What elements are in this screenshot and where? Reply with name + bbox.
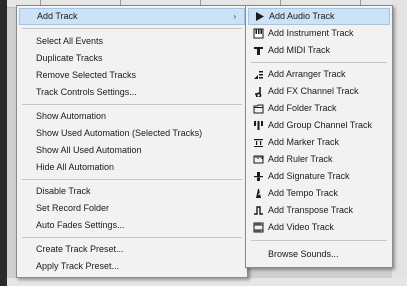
menu-item-label: Add Tempo Track bbox=[268, 188, 338, 198]
menu-item-label: Track Controls Settings... bbox=[36, 87, 137, 97]
tempo-track-icon bbox=[253, 188, 264, 199]
menu-item-label: Browse Sounds... bbox=[268, 249, 339, 259]
add-track-submenu: Add Audio Track Add Instrument Track Add… bbox=[245, 5, 393, 268]
menu-item-label: Add Folder Track bbox=[268, 103, 337, 113]
menu-item-add-signature-track[interactable]: Add Signature Track bbox=[248, 168, 390, 185]
arranger-track-icon bbox=[253, 69, 264, 80]
menu-item-label: Add Audio Track bbox=[269, 11, 335, 21]
menu-item-add-audio-track[interactable]: Add Audio Track bbox=[248, 8, 390, 25]
menu-item-add-midi-track[interactable]: Add MIDI Track bbox=[248, 42, 390, 59]
menu-item-add-instrument-track[interactable]: Add Instrument Track bbox=[248, 25, 390, 42]
ruler-track-icon bbox=[253, 154, 264, 165]
instrument-track-icon bbox=[253, 28, 264, 39]
menu-item-label: Add Group Channel Track bbox=[268, 120, 373, 130]
menu-item-track-controls-settings[interactable]: Track Controls Settings... bbox=[19, 84, 245, 101]
menu-item-label: Remove Selected Tracks bbox=[36, 70, 137, 80]
transpose-track-icon bbox=[253, 205, 264, 216]
menu-item-label: Add Ruler Track bbox=[268, 154, 333, 164]
menu-item-label: Select All Events bbox=[36, 36, 104, 46]
menu-item-label: Apply Track Preset... bbox=[36, 261, 120, 271]
menu-item-add-fx-channel-track[interactable]: Add FX Channel Track bbox=[248, 83, 390, 100]
menu-item-apply-track-preset[interactable]: Apply Track Preset... bbox=[19, 258, 245, 275]
menu-item-label: Add Transpose Track bbox=[268, 205, 354, 215]
menu-item-label: Add Instrument Track bbox=[268, 28, 354, 38]
menu-item-label: Disable Track bbox=[36, 186, 91, 196]
signature-track-icon bbox=[253, 171, 264, 182]
track-list-edge bbox=[0, 0, 7, 286]
menu-item-add-folder-track[interactable]: Add Folder Track bbox=[248, 100, 390, 117]
bottom-strip bbox=[7, 278, 407, 286]
menu-item-add-group-channel-track[interactable]: Add Group Channel Track bbox=[248, 117, 390, 134]
menu-item-show-all-used-automation[interactable]: Show All Used Automation bbox=[19, 142, 245, 159]
menu-separator bbox=[22, 104, 242, 105]
menu-item-label: Show Automation bbox=[36, 111, 107, 121]
menu-item-disable-track[interactable]: Disable Track bbox=[19, 183, 245, 200]
marker-track-icon bbox=[253, 137, 264, 148]
menu-item-add-transpose-track[interactable]: Add Transpose Track bbox=[248, 202, 390, 219]
menu-separator bbox=[22, 237, 242, 238]
menu-item-remove-selected-tracks[interactable]: Remove Selected Tracks bbox=[19, 67, 245, 84]
menu-separator bbox=[251, 62, 387, 63]
menu-item-label: Add FX Channel Track bbox=[268, 86, 359, 96]
track-context-menu: Add Track › Select All Events Duplicate … bbox=[16, 5, 248, 278]
menu-item-add-video-track[interactable]: Add Video Track bbox=[248, 219, 390, 236]
menu-item-show-used-automation-selected[interactable]: Show Used Automation (Selected Tracks) bbox=[19, 125, 245, 142]
menu-item-label: Show All Used Automation bbox=[36, 145, 142, 155]
menu-item-label: Add MIDI Track bbox=[268, 45, 331, 55]
menu-item-add-tempo-track[interactable]: Add Tempo Track bbox=[248, 185, 390, 202]
menu-item-add-ruler-track[interactable]: Add Ruler Track bbox=[248, 151, 390, 168]
video-track-icon bbox=[253, 222, 264, 233]
group-channel-track-icon bbox=[253, 120, 264, 131]
menu-item-hide-all-automation[interactable]: Hide All Automation bbox=[19, 159, 245, 176]
menu-item-add-track[interactable]: Add Track › bbox=[19, 8, 245, 25]
menu-item-browse-sounds[interactable]: Browse Sounds... bbox=[248, 246, 390, 263]
fx-channel-track-icon bbox=[253, 86, 264, 97]
menu-item-label: Auto Fades Settings... bbox=[36, 220, 125, 230]
menu-item-add-arranger-track[interactable]: Add Arranger Track bbox=[248, 66, 390, 83]
menu-separator bbox=[22, 28, 242, 29]
menu-separator bbox=[22, 179, 242, 180]
menu-item-set-record-folder[interactable]: Set Record Folder bbox=[19, 200, 245, 217]
menu-item-label: Add Arranger Track bbox=[268, 69, 346, 79]
menu-item-label: Set Record Folder bbox=[36, 203, 110, 213]
midi-track-icon bbox=[253, 45, 264, 56]
folder-track-icon bbox=[253, 103, 264, 114]
submenu-arrow-icon: › bbox=[233, 12, 236, 21]
menu-item-auto-fades-settings[interactable]: Auto Fades Settings... bbox=[19, 217, 245, 234]
menu-item-label: Create Track Preset... bbox=[36, 244, 124, 254]
menu-item-duplicate-tracks[interactable]: Duplicate Tracks bbox=[19, 50, 245, 67]
menu-item-label: Show Used Automation (Selected Tracks) bbox=[36, 128, 203, 138]
menu-item-label: Add Video Track bbox=[268, 222, 334, 232]
audio-track-icon bbox=[254, 11, 265, 22]
menu-item-label: Add Track bbox=[37, 11, 78, 21]
menu-item-label: Add Marker Track bbox=[268, 137, 340, 147]
menu-item-select-all-events[interactable]: Select All Events bbox=[19, 33, 245, 50]
menu-separator bbox=[251, 240, 387, 241]
scrollbar-area[interactable] bbox=[392, 0, 407, 286]
menu-item-label: Duplicate Tracks bbox=[36, 53, 103, 63]
menu-item-create-track-preset[interactable]: Create Track Preset... bbox=[19, 241, 245, 258]
menu-item-add-marker-track[interactable]: Add Marker Track bbox=[248, 134, 390, 151]
menu-item-label: Add Signature Track bbox=[268, 171, 350, 181]
menu-item-label: Hide All Automation bbox=[36, 162, 115, 172]
menu-item-show-automation[interactable]: Show Automation bbox=[19, 108, 245, 125]
